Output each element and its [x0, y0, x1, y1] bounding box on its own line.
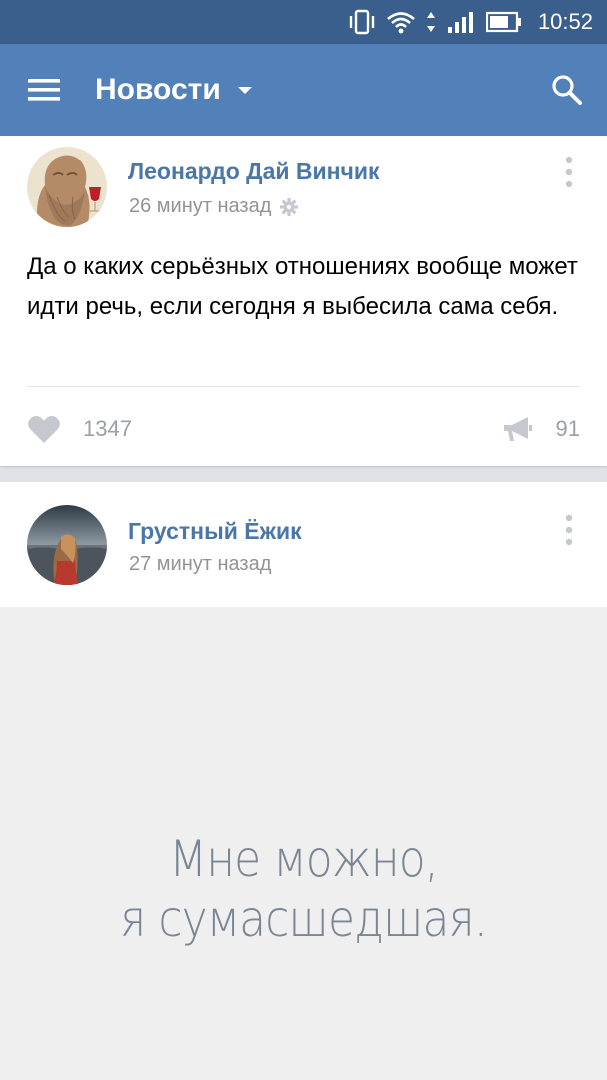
feed-selector[interactable]: Новости — [95, 44, 253, 136]
gear-icon — [280, 197, 299, 216]
avatar[interactable] — [27, 147, 107, 227]
divider — [27, 386, 580, 387]
post-author[interactable]: Леонардо Дай Винчик — [128, 158, 380, 185]
post-time-label: 26 минут назад — [129, 195, 272, 217]
data-arrows-icon — [426, 12, 435, 32]
more-options-icon[interactable] — [559, 510, 579, 550]
search-icon[interactable] — [551, 74, 583, 106]
app-bar: Новости — [0, 44, 607, 136]
post-time: 26 минут назад — [129, 195, 299, 218]
feed-post: Грустный Ёжик 27 минут назад Мне можно, … — [0, 482, 607, 1080]
wifi-icon — [387, 12, 415, 34]
more-options-icon[interactable] — [559, 152, 579, 192]
avatar[interactable] — [27, 505, 107, 585]
post-text: Да о каких серьёзных отношениях вообще м… — [27, 253, 578, 320]
page-title: Новости — [95, 73, 221, 106]
avatar-image — [27, 505, 107, 585]
repost-count: 91 — [555, 416, 580, 441]
post-time: 27 минут назад — [129, 553, 271, 576]
megaphone-icon — [503, 417, 532, 441]
avatar-image — [27, 147, 107, 227]
status-icons: 10:52 — [348, 0, 593, 44]
image-caption-line: я сумасшедшая. — [120, 890, 488, 948]
repost-button[interactable]: 91 — [502, 412, 580, 446]
vibrate-icon — [349, 9, 375, 35]
image-caption-line: Мне можно, — [169, 830, 439, 888]
like-count: 1347 — [83, 416, 132, 441]
menu-icon[interactable] — [24, 74, 64, 106]
dropdown-caret-icon — [237, 87, 252, 94]
feed-post: Леонардо Дай Винчик 26 минут назад Да о … — [0, 136, 607, 466]
status-bar: 10:52 — [0, 0, 607, 44]
battery-icon — [485, 11, 521, 33]
post-author[interactable]: Грустный Ёжик — [128, 518, 302, 545]
post-time-label: 27 минут назад — [129, 553, 272, 575]
heart-icon — [28, 415, 60, 443]
signal-icon — [447, 12, 473, 33]
status-time: 10:52 — [537, 9, 593, 34]
like-button[interactable]: 1347 — [27, 412, 132, 446]
post-image[interactable]: Мне можно, я сумасшедшая. — [0, 607, 607, 1080]
